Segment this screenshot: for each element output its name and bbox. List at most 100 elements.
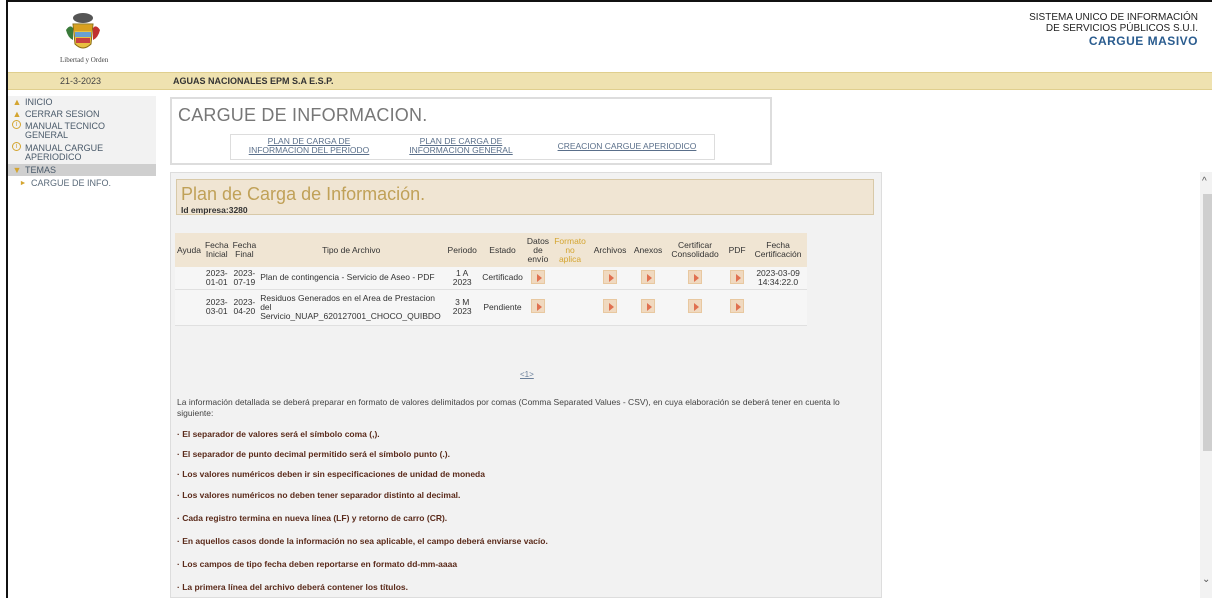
cell-fecha-certificacion: 2023-03-09 14:34:22.0 [749,267,808,290]
play-button[interactable] [530,269,545,284]
cell-ayuda [175,289,203,326]
info-icon: i [12,120,21,129]
bullet-arrow-icon: ► [19,179,27,187]
table-row: 2023-01-01 2023-07-19 Plan de contingenc… [175,267,808,290]
logo-caption: Libertad y Orden [60,56,109,64]
link-plan-general[interactable]: PLAN DE CARGA DE INFORMACION GENERAL [399,137,523,155]
sidebar-item-label: CARGUE DE INFO. [31,178,112,188]
play-button[interactable] [688,299,703,313]
info-band: 21-3-2023 AGUAS NACIONALES EPM S.A E.S.P… [8,72,1212,90]
cell-ayuda [175,267,203,290]
link-plan-periodo[interactable]: PLAN DE CARGA DE INFORMACION DEL PERIODO [239,137,379,155]
col-fecha-certificacion: Fecha Certificación [749,233,808,267]
main-panel: Plan de Carga de Información. Id empresa… [170,172,882,598]
cell-pdf [725,289,750,326]
col-pdf: PDF [725,233,750,267]
col-fecha-inicial: Fecha Inicial [202,233,231,267]
plan-table: Ayuda Fecha Inicial Fecha Final Tipo de … [175,233,808,326]
cell-fecha-inicial: 2023-03-01 [202,289,231,326]
scrollbar-thumb[interactable] [1203,194,1212,451]
play-button[interactable] [603,299,618,313]
system-title-line2: DE SERVICIOS PÚBLICOS S.U.I. [1045,23,1198,34]
cell-pdf [725,267,750,290]
rule-item: · La primera línea del archivo deberá co… [177,582,408,592]
col-anexos: Anexos [631,233,666,267]
cell-archivos [589,289,632,326]
plan-header: Plan de Carga de Información. Id empresa… [176,179,874,215]
rule-item: · Cada registro termina en nueva línea (… [177,513,448,523]
sidebar-item-cargue-info[interactable]: ► CARGUE DE INFO. [8,176,156,190]
cell-fecha-inicial: 2023-01-01 [202,267,231,290]
sidebar-item-label: MANUAL TECNICO GENERAL [25,121,106,140]
cell-formato-no-aplica [551,267,590,290]
col-fecha-final: Fecha Final [230,233,259,267]
cell-datos-envio [524,289,552,326]
cell-tipo-archivo: Plan de contingencia - Servicio de Aseo … [258,267,445,290]
cell-formato-no-aplica [551,289,590,326]
rule-item: · El separador de valores será el símbol… [177,429,380,439]
cell-fecha-final: 2023-04-20 [230,289,259,326]
col-archivos: Archivos [589,233,632,267]
sidebar-item-label: MANUAL CARGUE APERIODICO [25,143,104,162]
coat-of-arms-logo [66,13,100,49]
system-title: SISTEMA UNICO DE INFORMACIÓN DE SERVICIO… [1029,12,1198,47]
cell-certificar [665,289,726,326]
rule-item: · Los campos de tipo fecha deben reporta… [177,559,458,569]
cell-tipo-archivo: Residuos Generados en el Area de Prestac… [258,289,445,326]
col-datos-envio: Datos de envío [524,233,552,267]
cell-certificar [665,267,726,290]
rule-item: · Los valores numéricos deben ir sin esp… [177,469,485,479]
link-line: CREACION CARGUE APERIODICO [557,141,697,151]
rule-item: · En aquellos casos donde la información… [177,536,548,546]
link-line: INFORMACION GENERAL [409,145,513,155]
col-formato-no-aplica: Formato no aplica [551,233,590,267]
cargue-title: CARGUE DE INFORMACION. [178,105,428,125]
cell-anexos [631,267,666,290]
col-ayuda: Ayuda [175,233,203,267]
play-button[interactable] [641,299,656,313]
cell-archivos [589,267,632,290]
link-creacion-aperiodico[interactable]: CREACION CARGUE APERIODICO [541,142,713,151]
sidebar-item-temas[interactable]: ▼ TEMAS [8,164,156,176]
col-periodo: Periodo [444,233,481,267]
page-header: Libertad y Orden SISTEMA UNICO DE INFORM… [8,8,1212,70]
sidebar-item-manual-cargue[interactable]: i MANUAL CARGUE APERIODICO [8,142,156,164]
empresa-id: Id empresa:3280 [181,205,248,215]
rule-item: · Los valores numéricos no deben tener s… [177,490,461,500]
system-title-line1: SISTEMA UNICO DE INFORMACIÓN [1029,12,1198,23]
sidebar-item-inicio[interactable]: ▲ INICIO [8,96,156,108]
sidebar-item-manual-tecnico[interactable]: i MANUAL TECNICO GENERAL [8,120,156,142]
cargue-links: PLAN DE CARGA DE INFORMACION DEL PERIODO… [230,134,715,160]
pagination-link[interactable]: <1> [520,370,534,379]
sidebar-item-label: INICIO [25,97,53,107]
col-tipo-archivo: Tipo de Archivo [258,233,445,267]
cell-estado: Certificado [480,267,525,290]
sidebar-item-label: TEMAS [25,165,57,175]
home-icon: ▲ [12,109,22,119]
play-button[interactable] [730,269,745,284]
play-button[interactable] [603,269,618,284]
sidebar-item-cerrar-sesion[interactable]: ▲ CERRAR SESION [8,108,156,120]
chevron-up-icon[interactable]: ^ [1202,176,1207,187]
cell-fecha-final: 2023-07-19 [230,267,259,290]
cell-periodo: 1 A 2023 [444,267,481,290]
home-icon: ▲ [12,97,22,107]
cell-anexos [631,289,666,326]
col-certificar-consolidado: Certificar Consolidado [665,233,726,267]
current-date: 21-3-2023 [60,76,102,86]
cargue-box: CARGUE DE INFORMACION. PLAN DE CARGA DE … [170,97,772,165]
vertical-scrollbar[interactable]: ^ ⌄ [1200,172,1212,598]
play-button[interactable] [641,269,656,284]
info-paragraph: La información detallada se deberá prepa… [177,397,840,418]
sidebar-item-label: CERRAR SESION [25,109,100,119]
chevron-down-icon[interactable]: ⌄ [1202,574,1210,585]
play-button[interactable] [688,269,703,284]
rule-item: · El separador de punto decimal permitid… [177,449,450,459]
system-title-cargue-masivo: CARGUE MASIVO [1088,34,1198,48]
play-button[interactable] [730,299,745,313]
play-button[interactable] [530,299,545,313]
sidebar: ▲ INICIO ▲ CERRAR SESION i MANUAL TECNIC… [8,96,156,190]
plan-title: Plan de Carga de Información. [181,184,426,204]
triangle-down-icon: ▼ [12,165,22,175]
cell-fecha-certificacion [749,289,808,326]
